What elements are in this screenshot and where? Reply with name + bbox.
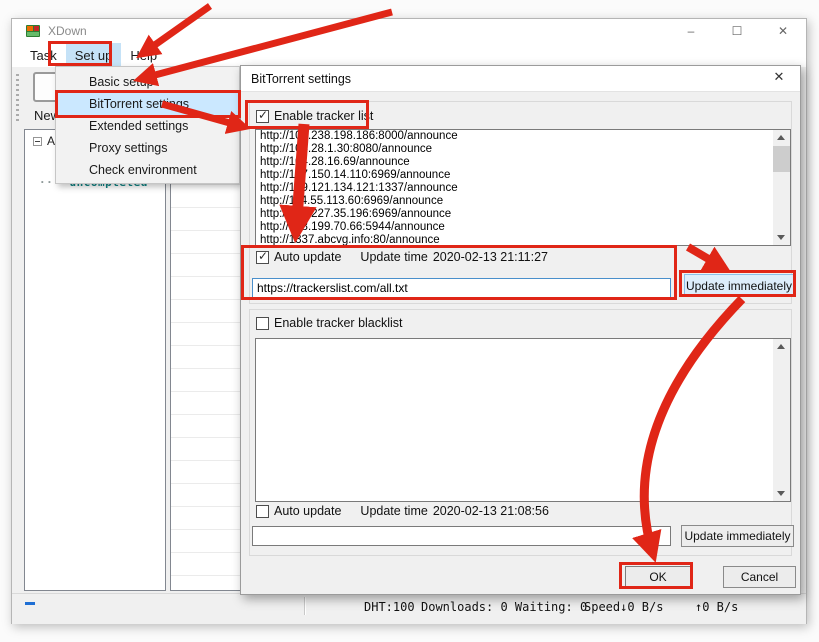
- tracker-list-scrollbar[interactable]: [773, 130, 790, 245]
- bittorrent-settings-dialog: BitTorrent settings ✕ Enable tracker lis…: [240, 65, 801, 595]
- dialog-close-icon[interactable]: ✕: [766, 69, 792, 89]
- status-speed-up: ↑0 B/s: [695, 600, 738, 614]
- enable-blacklist-row: Enable tracker blacklist: [256, 316, 403, 330]
- tracker-url[interactable]: http://104.28.1.30:8080/announce: [256, 143, 790, 156]
- tracker-url[interactable]: http://109.121.134.121:1337/announce: [256, 182, 790, 195]
- toolbar-gripper[interactable]: [16, 74, 19, 124]
- menu-bar: Task Set up Help: [12, 43, 806, 67]
- dialog-title: BitTorrent settings: [251, 72, 351, 86]
- enable-blacklist-checkbox[interactable]: [256, 317, 269, 330]
- menu-item-basic-setup[interactable]: Basic setup: [56, 71, 239, 93]
- scroll-up-icon[interactable]: [773, 339, 790, 354]
- blacklist-update-time-value: 2020-02-13 21:08:56: [433, 504, 549, 518]
- tracker-auto-update-checkbox[interactable]: [256, 251, 269, 264]
- tracker-list-group: Enable tracker list http://104.238.198.1…: [249, 101, 792, 304]
- status-speed-down: Speed↓0 B/s: [584, 600, 663, 614]
- tree-collapse-icon[interactable]: [33, 137, 42, 146]
- menu-task[interactable]: Task: [21, 43, 66, 67]
- blacklist-auto-update-row: Auto update Update time 2020-02-13 21:08…: [256, 504, 549, 518]
- scrollbar-thumb[interactable]: [773, 146, 790, 172]
- tracker-url[interactable]: http://125.227.35.196:6969/announce: [256, 208, 790, 221]
- menu-item-check-environment[interactable]: Check environment: [56, 159, 239, 181]
- ok-button[interactable]: OK: [625, 566, 691, 588]
- tracker-url[interactable]: http://128.199.70.66:5944/announce: [256, 221, 790, 234]
- tracker-update-time-label: Update time: [360, 250, 427, 264]
- tracker-url-input[interactable]: [252, 278, 671, 298]
- enable-tracker-list-label: Enable tracker list: [274, 109, 373, 123]
- title-bar[interactable]: XDown – ☐ ✕: [12, 19, 806, 43]
- minimize-icon[interactable]: –: [668, 19, 714, 43]
- menu-item-extended-settings[interactable]: Extended settings: [56, 115, 239, 137]
- app-icon: [25, 23, 41, 39]
- tracker-auto-update-label: Auto update: [274, 250, 341, 264]
- statusbar-separator: [304, 597, 305, 615]
- bottom-left-dash: [25, 602, 35, 605]
- blacklist-textarea[interactable]: [255, 338, 791, 502]
- tracker-url[interactable]: http://104.28.16.69/announce: [256, 156, 790, 169]
- tracker-url[interactable]: http://107.150.14.110:6969/announce: [256, 169, 790, 182]
- tree-root-item[interactable]: A: [33, 134, 55, 148]
- menu-item-bittorrent-settings[interactable]: BitTorrent settings: [56, 93, 239, 115]
- blacklist-update-time-label: Update time: [360, 504, 427, 518]
- menu-setup[interactable]: Set up: [66, 43, 122, 67]
- maximize-icon[interactable]: ☐: [714, 19, 760, 43]
- enable-blacklist-label: Enable tracker blacklist: [274, 316, 403, 330]
- dialog-title-bar[interactable]: BitTorrent settings ✕: [241, 66, 800, 92]
- enable-tracker-list-checkbox[interactable]: [256, 110, 269, 123]
- blacklist-update-immediately-button[interactable]: Update immediately: [681, 525, 794, 547]
- status-bar: DHT:100 Downloads: 0 Waiting: 0 Speed↓0 …: [12, 593, 806, 624]
- close-icon[interactable]: ✕: [760, 19, 806, 43]
- menu-help[interactable]: Help: [121, 43, 166, 67]
- menu-item-proxy-settings[interactable]: Proxy settings: [56, 137, 239, 159]
- task-tree-panel: A uncompleted: [24, 129, 166, 591]
- setup-dropdown-menu: Basic setup BitTorrent settings Extended…: [55, 66, 240, 184]
- blacklist-scrollbar[interactable]: [773, 339, 790, 501]
- scroll-down-icon[interactable]: [773, 486, 790, 501]
- tracker-url[interactable]: http://104.238.198.186:8000/announce: [256, 130, 790, 143]
- scroll-down-icon[interactable]: [773, 230, 790, 245]
- window-title: XDown: [48, 24, 87, 38]
- scroll-up-icon[interactable]: [773, 130, 790, 145]
- tracker-url[interactable]: http://1337.abcvg.info:80/announce: [256, 234, 790, 246]
- tracker-update-immediately-button[interactable]: Update immediately: [684, 274, 794, 297]
- tracker-url[interactable]: http://114.55.113.60:6969/announce: [256, 195, 790, 208]
- status-dht: DHT:100: [364, 600, 415, 614]
- tracker-update-time-value: 2020-02-13 21:11:27: [433, 250, 548, 264]
- tree-root-label: A: [47, 134, 55, 148]
- tracker-blacklist-group: Enable tracker blacklist Auto update Upd…: [249, 309, 792, 556]
- tracker-url-listbox[interactable]: http://104.238.198.186:8000/announce htt…: [255, 129, 791, 246]
- blacklist-auto-update-label: Auto update: [274, 504, 341, 518]
- tracker-auto-update-row: Auto update Update time 2020-02-13 21:11…: [256, 250, 548, 264]
- blacklist-url-input[interactable]: [252, 526, 671, 546]
- cancel-button[interactable]: Cancel: [723, 566, 796, 588]
- status-downloads: Downloads: 0 Waiting: 0: [421, 600, 587, 614]
- blacklist-auto-update-checkbox[interactable]: [256, 505, 269, 518]
- enable-tracker-list-row: Enable tracker list: [256, 109, 373, 123]
